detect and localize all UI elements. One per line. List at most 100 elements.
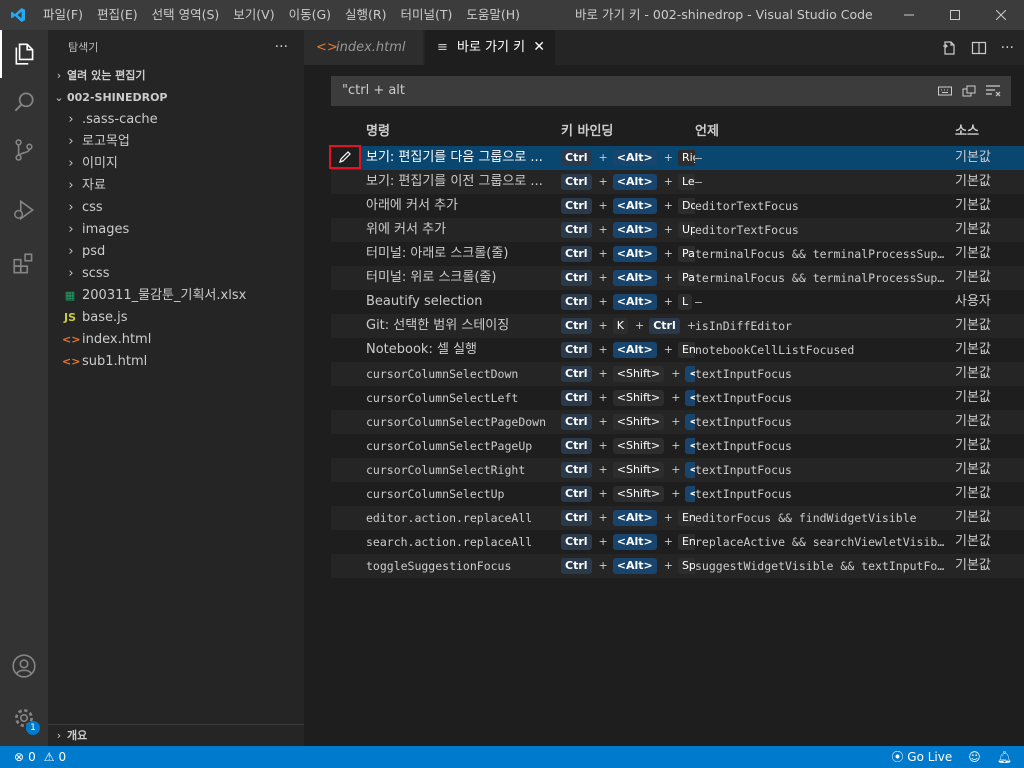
menu-file[interactable]: 파일(F) — [36, 0, 90, 30]
tab-keyboard-shortcuts[interactable]: ≡ 바로 가기 키 ✕ — [425, 30, 555, 65]
tab-index-html[interactable]: <> index.html — [304, 30, 424, 65]
tree-item-label: sub1.html — [82, 354, 148, 369]
tree-item[interactable]: › scss — [48, 263, 304, 285]
debug-icon — [14, 199, 35, 221]
column-when[interactable]: 언제 — [695, 120, 719, 144]
bell-icon[interactable]: 🔔︎ — [997, 746, 1012, 768]
tree-item[interactable]: › psd — [48, 241, 304, 263]
when-cell: — — [695, 151, 702, 165]
keycap: Ctrl — [561, 246, 592, 262]
clear-filter-icon[interactable] — [985, 84, 1001, 98]
search-activity[interactable] — [0, 78, 48, 126]
table-row[interactable]: cursorColumnSelectRight Ctrl + <Shift> + <Alt… — [331, 458, 1024, 482]
menu-selection[interactable]: 선택 영역(S) — [145, 0, 227, 30]
sort-by-precedence-icon[interactable] — [961, 84, 977, 98]
open-json-icon[interactable] — [941, 40, 957, 56]
keycap: Ctrl — [561, 198, 592, 214]
tree-item-label: scss — [82, 266, 110, 281]
problems-status[interactable]: ⊗ 0 ⚠ 0 — [14, 746, 66, 768]
go-live-button[interactable]: ⦿ Go Live — [891, 746, 952, 768]
menu-edit[interactable]: 편집(E) — [90, 0, 145, 30]
plus-separator: + — [598, 415, 608, 428]
accounts-activity[interactable] — [0, 642, 48, 690]
split-editor-icon[interactable] — [971, 40, 987, 56]
plus-separator: + — [598, 391, 608, 404]
keybinding-cell: Ctrl + <Alt> + DownArrow — [561, 194, 695, 218]
feedback-icon[interactable]: ☺ — [968, 746, 981, 768]
html-file-icon: <> — [62, 355, 81, 368]
source-control-activity[interactable] — [0, 126, 48, 174]
tree-item[interactable]: › 이미지 — [48, 153, 304, 175]
extensions-activity[interactable] — [0, 240, 48, 288]
excel-file-icon: ▦ — [64, 289, 76, 302]
open-editors-section[interactable]: › 열려 있는 편집기 — [48, 65, 304, 87]
table-row[interactable]: Beautify selection Ctrl + <Alt> + L — 사용자 — [331, 290, 1024, 314]
keybinding-cell: Ctrl + <Shift> + <Alt> — [561, 434, 695, 458]
keycap: Enter — [677, 534, 695, 550]
search-value: "ctrl + alt — [342, 83, 406, 98]
tree-item[interactable]: <> sub1.html — [48, 351, 304, 373]
command-cell: cursorColumnSelectPageDown — [366, 415, 547, 429]
more-icon[interactable]: ··· — [1001, 40, 1014, 56]
tree-item[interactable]: › 자료 — [48, 175, 304, 197]
keybinding-cell: Ctrl + <Alt> + L — [561, 290, 695, 314]
table-row[interactable]: cursorColumnSelectUp Ctrl + <Shift> + <Alt>te… — [331, 482, 1024, 506]
tree-item-label: psd — [82, 244, 106, 259]
manage-activity[interactable]: 1 — [0, 694, 48, 742]
table-row[interactable]: 터미널: 위로 스크롤(줄) Ctrl + <Alt> + PageUpterminalF… — [331, 266, 1024, 290]
table-row[interactable]: search.action.replaceAll Ctrl + <Alt> + Enter… — [331, 530, 1024, 554]
command-cell: Git: 선택한 범위 스테이징 — [366, 318, 510, 333]
when-cell: textInputFocus — [695, 463, 792, 477]
table-row[interactable]: Git: 선택한 범위 스테이징Ctrl+K+Ctrl+</isInDiffEd… — [331, 314, 1024, 338]
column-keybinding[interactable]: 키 바인딩 — [561, 120, 613, 144]
tree-item[interactable]: JS base.js — [48, 307, 304, 329]
explorer-activity[interactable] — [0, 30, 48, 78]
close-tab-icon[interactable]: ✕ — [533, 30, 545, 65]
table-row[interactable]: 위에 커서 추가 Ctrl + <Alt> + UpArroweditorTextFocu… — [331, 218, 1024, 242]
tree-item[interactable]: › css — [48, 197, 304, 219]
folder-section[interactable]: ⌄ 002-SHINEDROP — [48, 87, 304, 109]
menu-terminal[interactable]: 터미널(T) — [394, 0, 460, 30]
table-row[interactable]: Notebook: 셀 실행 Ctrl + <Alt> + EnternotebookCe… — [331, 338, 1024, 362]
menu-help[interactable]: 도움말(H) — [459, 0, 527, 30]
keybindings-search-input[interactable]: "ctrl + alt — [331, 76, 1011, 106]
table-row[interactable]: cursorColumnSelectLeft Ctrl + <Shift> + <Alt>… — [331, 386, 1024, 410]
maximize-button[interactable] — [932, 0, 978, 30]
keycap: Ctrl — [561, 390, 592, 406]
run-debug-activity[interactable] — [0, 186, 48, 234]
outline-section[interactable]: › 개요 — [48, 724, 304, 747]
tree-item[interactable]: › .sass-cache — [48, 109, 304, 131]
more-actions-button[interactable]: ··· — [275, 30, 288, 65]
table-row[interactable]: cursorColumnSelectDown Ctrl + <Shift> + <Alt>… — [331, 362, 1024, 386]
tree-item[interactable]: › images — [48, 219, 304, 241]
table-row[interactable]: cursorColumnSelectPageDown Ctrl + <Shift> + <… — [331, 410, 1024, 434]
tree-item[interactable]: › 로고목업 — [48, 131, 304, 153]
tree-item[interactable]: ▦ 200311_물감툰_기획서.xlsx — [48, 285, 304, 307]
table-row[interactable]: 보기: 편집기를 이전 그룹으로 ... Ctrl + <Alt> + LeftArrow… — [331, 170, 1024, 194]
record-keys-icon[interactable] — [937, 84, 953, 98]
tree-item[interactable]: <> index.html — [48, 329, 304, 351]
minimize-button[interactable] — [886, 0, 932, 30]
source-cell: 기본값 — [955, 462, 991, 477]
keycap: <Shift> — [612, 414, 665, 430]
keycap: LeftArrow — [677, 174, 695, 190]
column-command[interactable]: 명령 — [366, 120, 390, 144]
column-source[interactable]: 소스 — [955, 120, 979, 144]
keycap: UpArrow — [677, 222, 695, 238]
source-cell: 기본값 — [955, 390, 991, 405]
plus-separator: + — [598, 319, 608, 332]
table-row[interactable]: toggleSuggestionFocus Ctrl + <Alt> + Spacesug… — [331, 554, 1024, 578]
table-row[interactable]: 터미널: 아래로 스크롤(줄) Ctrl + <Alt> + PageDowntermin… — [331, 242, 1024, 266]
menu-run[interactable]: 실행(R) — [338, 0, 393, 30]
close-window-button[interactable] — [978, 0, 1024, 30]
chevron-right-icon: › — [56, 729, 62, 742]
menu-view[interactable]: 보기(V) — [226, 0, 281, 30]
source-cell: 기본값 — [955, 246, 991, 261]
menu-go[interactable]: 이동(G) — [282, 0, 338, 30]
table-row[interactable]: 보기: 편집기를 다음 그룹으로 ... Ctrl + <Alt> + RightArro… — [329, 145, 1024, 170]
table-row[interactable]: cursorColumnSelectPageUp Ctrl + <Shift> + <Al… — [331, 434, 1024, 458]
table-row[interactable]: 아래에 커서 추가 Ctrl + <Alt> + DownArroweditorTextF… — [331, 194, 1024, 218]
table-row[interactable]: editor.action.replaceAll Ctrl + <Alt> + Enter… — [331, 506, 1024, 530]
source-cell: 기본값 — [955, 510, 991, 525]
edit-keybinding-button[interactable] — [329, 145, 361, 169]
